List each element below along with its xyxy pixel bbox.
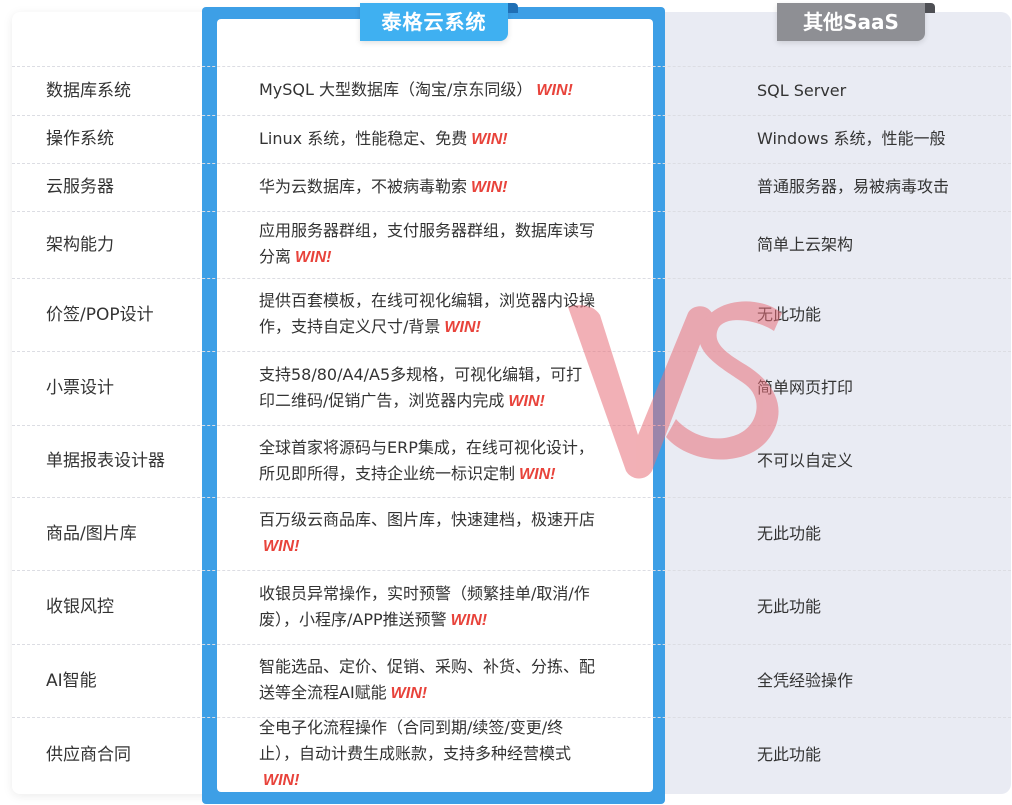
tiger-cloud-header-tab: 泰格云系统	[360, 3, 518, 41]
row-tiger-cloud-feature-text: 提供百套模板，在线可视化编辑，浏览器内设操作，支持自定义尺寸/背景	[259, 291, 596, 336]
row-tiger-cloud-feature: 百万级云商品库、图片库，快速建档，极速开店 WIN!	[259, 497, 649, 570]
row-other-saas-feature: 无此功能	[757, 497, 1002, 570]
row-category-text: AI智能	[46, 670, 97, 691]
row-tiger-cloud-feature-text: MySQL 大型数据库（淘宝/京东同级）	[259, 80, 533, 99]
row-category: 单据报表设计器	[46, 425, 216, 497]
row-category-text: 操作系统	[46, 129, 114, 149]
row-other-saas-feature-text: 简单网页打印	[757, 378, 854, 397]
row-tiger-cloud-feature: Linux 系统，性能稳定、免费 WIN!	[259, 115, 649, 163]
row-other-saas-feature: 简单上云架构	[757, 211, 1002, 278]
win-badge: WIN!	[295, 249, 332, 266]
row-other-saas-feature: Windows 系统，性能一般	[757, 115, 1002, 163]
row-other-saas-feature: 无此功能	[757, 278, 1002, 351]
win-badge: WIN!	[444, 319, 481, 336]
row-category-text: 供应商合同	[46, 744, 131, 765]
row-category: 小票设计	[46, 351, 216, 425]
row-other-saas-feature-text: 无此功能	[757, 597, 822, 616]
row-tiger-cloud-feature-text: 收银员异常操作，实时预警（频繁挂单/取消/作废），小程序/APP推送预警	[259, 583, 590, 629]
row-other-saas-feature: 无此功能	[757, 717, 1002, 792]
other-saas-header-tab: 其他SaaS	[777, 3, 935, 41]
other-saas-title: 其他SaaS	[803, 10, 899, 34]
win-badge: WIN!	[263, 772, 300, 789]
row-category: 价签/POP设计	[46, 278, 216, 351]
row-other-saas-feature: 普通服务器，易被病毒攻击	[757, 163, 1002, 211]
row-tiger-cloud-feature-text: 百万级云商品库、图片库，快速建档，极速开店	[259, 510, 596, 529]
row-tiger-cloud-feature: 支持58/80/A4/A5多规格，可视化编辑，可打印二维码/促销广告，浏览器内完…	[259, 351, 649, 425]
row-category: 供应商合同	[46, 717, 216, 792]
row-other-saas-feature-text: 无此功能	[757, 304, 822, 324]
row-tiger-cloud-feature: MySQL 大型数据库（淘宝/京东同级） WIN!	[259, 66, 649, 115]
row-tiger-cloud-feature-text: 全电子化流程操作（合同到期/续签/变更/终止），自动计费生成账款，支持多种经营模…	[259, 718, 572, 763]
row-category: 操作系统	[46, 115, 216, 163]
row-other-saas-feature: 全凭经验操作	[757, 644, 1002, 717]
row-other-saas-feature-text: SQL Server	[757, 80, 847, 100]
row-tiger-cloud-feature: 华为云数据库，不被病毒勒索 WIN!	[259, 163, 649, 211]
row-category-text: 架构能力	[46, 234, 114, 255]
row-category-text: 云服务器	[46, 177, 114, 197]
row-tiger-cloud-feature: 全球首家将源码与ERP集成，在线可视化设计，所见即所得，支持企业统一标识定制 WI…	[259, 425, 649, 497]
row-other-saas-feature-text: 全凭经验操作	[757, 670, 854, 690]
row-category: 云服务器	[46, 163, 216, 211]
win-badge: WIN!	[471, 178, 508, 196]
row-other-saas-feature-text: 简单上云架构	[757, 234, 854, 254]
row-category-text: 商品/图片库	[46, 523, 137, 544]
row-tiger-cloud-feature-text: Linux 系统，性能稳定、免费	[259, 128, 468, 148]
row-category: 数据库系统	[46, 66, 216, 115]
row-tiger-cloud-feature: 提供百套模板，在线可视化编辑，浏览器内设操作，支持自定义尺寸/背景 WIN!	[259, 278, 649, 351]
tiger-cloud-title: 泰格云系统	[381, 10, 487, 34]
row-category-text: 价签/POP设计	[46, 304, 154, 325]
row-other-saas-feature-text: 普通服务器，易被病毒攻击	[757, 177, 950, 196]
win-badge: WIN!	[450, 611, 488, 629]
row-other-saas-feature: 不可以自定义	[757, 425, 1002, 497]
row-other-saas-feature-text: 无此功能	[757, 523, 822, 543]
win-badge: WIN!	[508, 392, 545, 410]
row-category: 商品/图片库	[46, 497, 216, 570]
row-category: 收银风控	[46, 570, 216, 644]
row-category: AI智能	[46, 644, 216, 717]
row-other-saas-feature-text: 无此功能	[757, 744, 822, 764]
row-category: 架构能力	[46, 211, 216, 278]
row-tiger-cloud-feature-text: 华为云数据库，不被病毒勒索	[259, 176, 468, 196]
win-badge: WIN!	[536, 82, 573, 99]
row-other-saas-feature: 无此功能	[757, 570, 1002, 644]
row-tiger-cloud-feature: 收银员异常操作，实时预警（频繁挂单/取消/作废），小程序/APP推送预警 WIN!	[259, 570, 649, 644]
row-category-text: 小票设计	[46, 378, 114, 398]
win-badge: WIN!	[519, 465, 556, 483]
row-other-saas-feature: SQL Server	[757, 66, 1002, 115]
row-category-text: 数据库系统	[46, 80, 131, 101]
win-badge: WIN!	[471, 130, 508, 148]
win-badge: WIN!	[263, 538, 300, 555]
row-other-saas-feature-text: Windows 系统，性能一般	[757, 129, 946, 148]
row-tiger-cloud-feature: 全电子化流程操作（合同到期/续签/变更/终止），自动计费生成账款，支持多种经营模…	[259, 717, 649, 792]
row-tiger-cloud-feature: 应用服务器群组，支付服务器群组，数据库读写分离 WIN!	[259, 211, 649, 278]
row-tiger-cloud-feature-text: 智能选品、定价、促销、采购、补货、分拣、配送等全流程AI赋能	[259, 657, 596, 702]
win-badge: WIN!	[390, 685, 428, 702]
row-category-text: 单据报表设计器	[46, 451, 165, 471]
row-category-text: 收银风控	[46, 597, 114, 617]
row-other-saas-feature: 简单网页打印	[757, 351, 1002, 425]
row-tiger-cloud-feature: 智能选品、定价、促销、采购、补货、分拣、配送等全流程AI赋能 WIN!	[259, 644, 649, 717]
row-other-saas-feature-text: 不可以自定义	[757, 451, 854, 470]
